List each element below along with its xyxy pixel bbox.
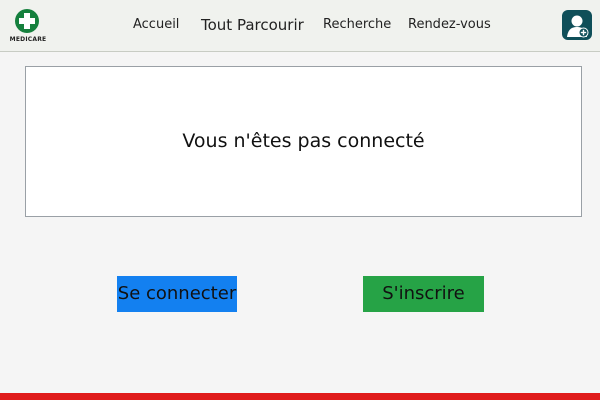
logo-text: MEDICARE <box>9 36 47 43</box>
medicare-logo[interactable]: MEDICARE <box>8 9 48 47</box>
nav-link-tout-parcourir[interactable]: Tout Parcourir <box>201 16 304 34</box>
nav-link-rendez-vous[interactable]: Rendez-vous <box>408 17 491 32</box>
signup-button[interactable]: S'inscrire <box>363 276 484 312</box>
medical-cross-icon <box>15 9 39 33</box>
top-navbar: MEDICARE Accueil Tout Parcourir Recherch… <box>0 0 600 52</box>
user-add-icon <box>567 15 589 38</box>
login-button[interactable]: Se connecter <box>117 276 237 312</box>
nav-link-recherche[interactable]: Recherche <box>323 17 391 32</box>
user-account-button[interactable] <box>562 10 592 40</box>
status-message-panel: Vous n'êtes pas connecté <box>25 66 582 217</box>
not-logged-in-message: Vous n'êtes pas connecté <box>182 130 425 152</box>
footer-accent-bar <box>0 393 600 400</box>
nav-link-accueil[interactable]: Accueil <box>133 17 179 32</box>
